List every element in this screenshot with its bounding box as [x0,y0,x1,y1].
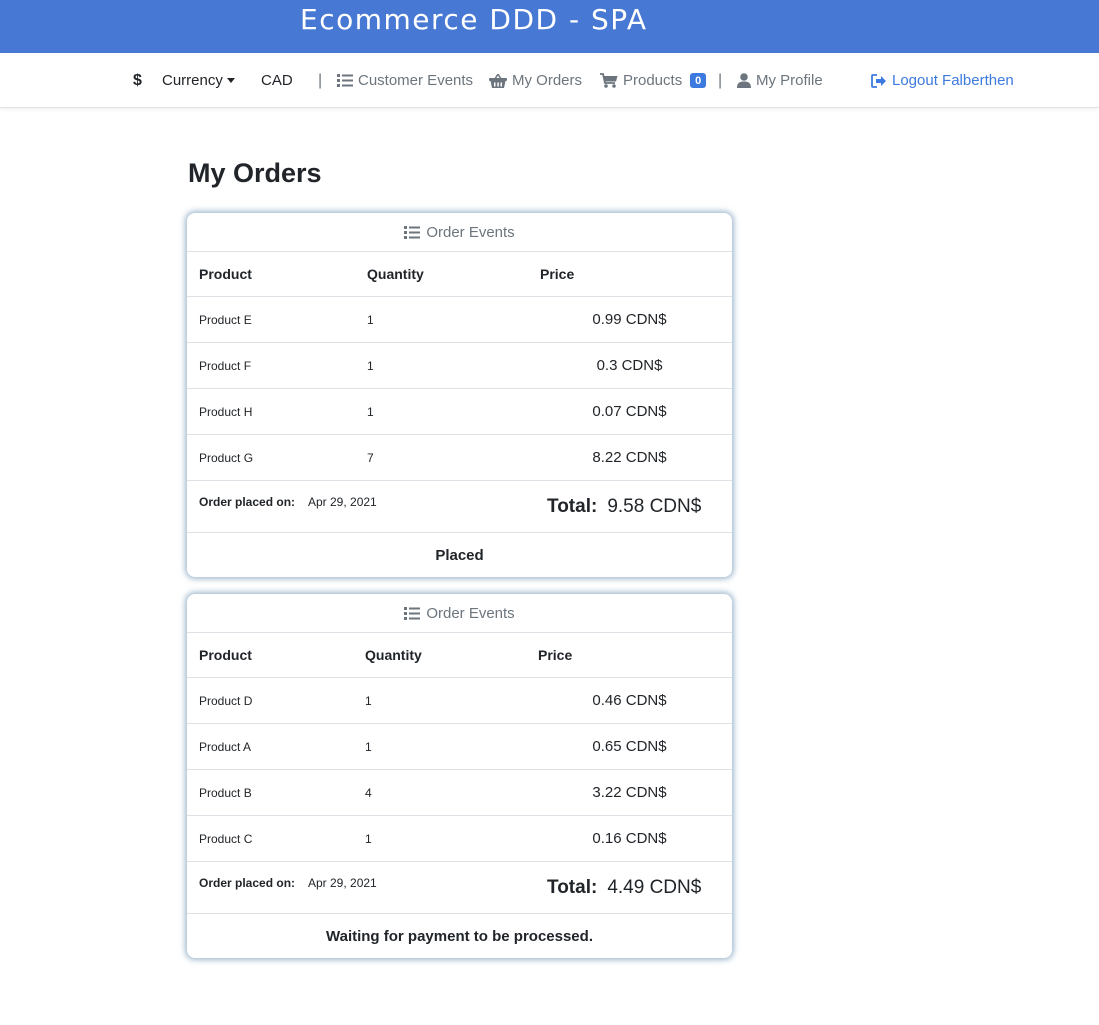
nav-products-label: Products [623,72,683,89]
table-header-row: Product Quantity Price [187,633,732,678]
page-title: My Orders [188,158,322,188]
nav-products[interactable]: Products 0 [600,53,707,108]
logout-label: Logout Falberthen [892,72,1014,89]
currency-dropdown[interactable]: Currency [162,53,235,108]
product-price: 0.3 CDN$ [596,357,663,374]
nav-my-orders[interactable]: My Orders [489,53,582,108]
table-row: Product F 1 0.3 CDN$ [187,343,732,389]
caret-down-icon [226,78,235,83]
nav-separator: | [718,71,723,89]
order-summary-row: Order placed on: Apr 29, 2021 Total: 4.4… [187,862,732,914]
column-header-quantity: Quantity [367,266,424,282]
order-total-label: Total: [547,877,598,898]
cart-icon [600,73,618,88]
logout-link[interactable]: Logout Falberthen [871,53,1014,108]
order-placed-label: Order placed on: [199,495,296,509]
order-placed-date: Apr 29, 2021 [308,495,377,509]
column-header-price: Price [538,647,573,663]
product-price: 3.22 CDN$ [592,784,667,801]
order-status: Waiting for payment to be processed. [326,927,593,945]
product-quantity: 1 [367,358,374,373]
selected-currency: CAD [261,72,293,89]
order-total-label: Total: [547,496,598,517]
app-banner: Ecommerce DDD - SPA [0,0,1099,53]
nav-customer-events[interactable]: Customer Events [337,53,473,108]
product-price: 0.07 CDN$ [592,403,667,420]
order-total-value: 9.58 CDN$ [607,496,702,517]
product-name: Product E [199,312,252,327]
column-header-price: Price [540,266,575,282]
product-name: Product G [199,450,254,465]
product-price: 0.16 CDN$ [592,830,667,847]
order-total-value: 4.49 CDN$ [607,877,702,898]
column-header-product: Product [199,647,252,663]
order-total: Total: 4.49 CDN$ [547,862,701,914]
order-summary-row: Order placed on: Apr 29, 2021 Total: 9.5… [187,481,732,533]
list-icon [404,225,421,239]
list-icon [337,74,353,87]
order-events-label: Order Events [426,604,515,622]
basket-icon [489,73,507,88]
product-price: 0.99 CDN$ [592,311,667,328]
table-row: Product B 4 3.22 CDN$ [187,770,732,816]
order-events-header[interactable]: Order Events [187,213,732,252]
column-header-product: Product [199,266,252,282]
order-events-header[interactable]: Order Events [187,594,732,633]
nav-customer-events-label: Customer Events [358,72,474,89]
product-name: Product D [199,693,253,708]
product-quantity: 7 [367,450,374,465]
dollar-icon: $ [133,71,142,89]
top-navbar: $ Currency CAD | Customer Events My Orde… [0,53,1099,108]
product-quantity: 1 [365,693,372,708]
product-name: Product A [199,739,252,754]
table-row: Product A 1 0.65 CDN$ [187,724,732,770]
table-row: Product D 1 0.46 CDN$ [187,678,732,724]
table-header-row: Product Quantity Price [187,252,732,297]
nav-my-profile-label: My Profile [756,72,823,89]
product-name: Product F [199,358,252,373]
order-card: Order Events Product Quantity Price Prod… [187,594,732,958]
cart-count-badge: 0 [690,73,707,88]
table-row: Product C 1 0.16 CDN$ [187,816,732,862]
product-quantity: 1 [367,312,374,327]
column-header-quantity: Quantity [365,647,422,663]
product-price: 8.22 CDN$ [592,449,667,466]
product-price: 0.65 CDN$ [592,738,667,755]
product-name: Product H [199,404,253,419]
order-total: Total: 9.58 CDN$ [547,481,701,533]
table-row: Product H 1 0.07 CDN$ [187,389,732,435]
table-row: Product E 1 0.99 CDN$ [187,297,732,343]
product-quantity: 1 [365,831,372,846]
list-icon [404,606,421,620]
order-status: Placed [435,546,484,564]
product-quantity: 4 [365,785,372,800]
product-name: Product C [199,831,253,846]
app-title: Ecommerce DDD - SPA [300,3,648,36]
nav-my-profile[interactable]: My Profile [737,53,823,108]
nav-separator: | [318,71,323,89]
product-quantity: 1 [367,404,374,419]
order-placed-label: Order placed on: [199,876,296,890]
order-events-label: Order Events [426,223,515,241]
product-name: Product B [199,785,252,800]
currency-dropdown-label: Currency [162,72,223,89]
order-placed-date: Apr 29, 2021 [308,876,377,890]
user-icon [737,73,751,88]
nav-my-orders-label: My Orders [512,72,583,89]
table-row: Product G 7 8.22 CDN$ [187,435,732,481]
order-card: Order Events Product Quantity Price Prod… [187,213,732,577]
product-quantity: 1 [365,739,372,754]
product-price: 0.46 CDN$ [592,692,667,709]
logout-icon [871,73,886,88]
